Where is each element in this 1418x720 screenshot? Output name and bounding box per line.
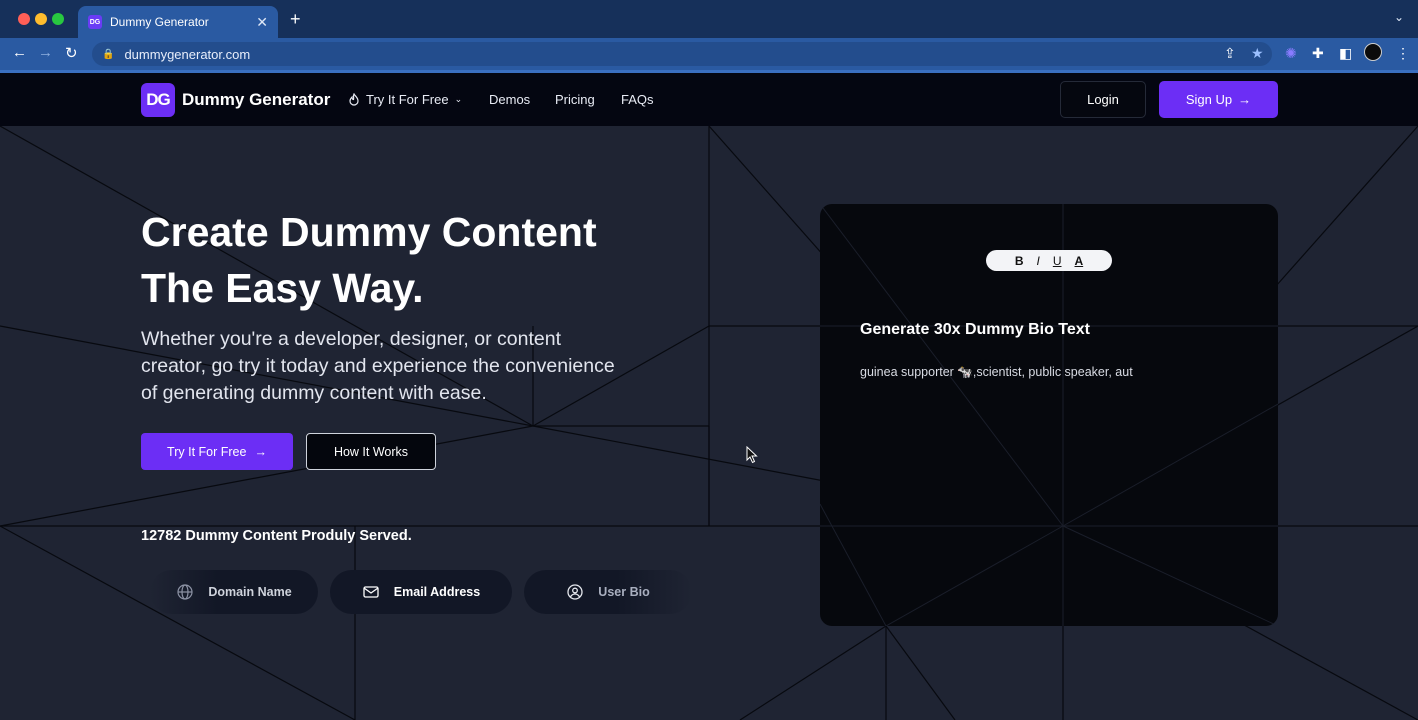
extension-gear-icon[interactable]: ✺ [1285,45,1297,62]
underline-button[interactable]: U [1053,254,1062,268]
user-circle-icon [567,584,583,600]
hero-title: Create Dummy Content The Easy Way. [141,204,661,316]
chip-domain-name[interactable]: Domain Name [150,570,318,614]
site-header: DG Dummy Generator Try It For Free ⌄ Dem… [0,73,1418,126]
chip-email-label: Email Address [393,585,481,599]
logo-text: Dummy Generator [182,90,331,109]
nav-faqs[interactable]: FAQs [621,92,654,107]
hero-subtitle: Whether you're a developer, designer, or… [141,326,631,407]
hero-subtitle-line-2: creator, go try it today and experience … [141,355,615,377]
mouse-pointer-icon [746,446,758,464]
forward-icon[interactable]: → [38,44,53,61]
arrow-right-icon: → [1238,92,1252,107]
hero-subtitle-line-3: of generating dummy content with ease. [141,382,487,404]
arrow-right-icon: → [254,444,267,459]
zoom-window-button[interactable] [52,13,64,25]
new-tab-icon[interactable]: + [290,9,301,30]
tab-search-chevron-icon[interactable]: ⌄ [1394,10,1404,24]
bold-button[interactable]: B [1015,254,1024,268]
lock-icon: 🔒 [102,48,115,60]
browser-toolbar: ← → ↻ 🔒 dummygenerator.com ⇪ ★ ✺ ✚ ◧ ⋮ [0,38,1418,70]
nav-demos[interactable]: Demos [489,92,530,107]
url-text: dummygenerator.com [124,46,251,62]
puzzle-extensions-icon[interactable]: ✚ [1312,45,1324,62]
browser-tab[interactable]: DG Dummy Generator ✕ [78,6,278,38]
try-it-free-button[interactable]: Try It For Free → [141,433,293,470]
back-icon[interactable]: ← [12,44,27,61]
nav-pricing[interactable]: Pricing [555,92,595,107]
tab-favicon: DG [88,15,102,29]
side-panel-icon[interactable]: ◧ [1339,45,1352,62]
nav-try-label: Try It For Free [366,92,449,107]
signup-button[interactable]: Sign Up → [1159,81,1278,118]
close-window-button[interactable] [18,13,30,25]
site-logo[interactable]: DG Dummy Generator [141,83,330,117]
bookmark-star-icon[interactable]: ★ [1251,45,1264,62]
tab-title: Dummy Generator [110,15,209,29]
menu-kebab-icon[interactable]: ⋮ [1396,45,1410,62]
text-format-toolbar: B I U A [986,250,1112,271]
profile-avatar[interactable] [1364,43,1382,61]
generated-bio-text: guinea supporter 🐄,scientist, public spe… [860,365,1133,379]
flame-icon [349,93,359,106]
chip-domain-label: Domain Name [208,585,292,599]
globe-icon [177,584,193,600]
italic-button[interactable]: I [1036,254,1039,268]
login-button[interactable]: Login [1060,81,1146,118]
hero-subtitle-line-1: Whether you're a developer, designer, or… [141,328,561,350]
envelope-icon [363,586,379,598]
served-counter: 12782 Dummy Content Produly Served. [141,528,412,544]
address-bar[interactable]: 🔒 dummygenerator.com [92,42,1272,66]
browser-tabbar: DG Dummy Generator ✕ + ⌄ [0,0,1418,38]
share-icon[interactable]: ⇪ [1224,45,1236,62]
signup-label: Sign Up [1185,92,1233,107]
chip-user-bio[interactable]: User Bio [524,570,692,614]
hero-title-line-1: Create Dummy Content [141,209,597,255]
chip-bio-label: User Bio [598,585,650,599]
hero-title-line-2: The Easy Way. [141,265,424,311]
text-color-button[interactable]: A [1075,254,1084,268]
demo-editor-card: B I U A Generate 30x Dummy Bio Text guin… [820,204,1278,626]
chevron-down-icon: ⌄ [454,94,463,104]
chip-email-address[interactable]: Email Address [330,570,512,614]
reload-icon[interactable]: ↻ [65,44,78,62]
card-title: Generate 30x Dummy Bio Text [860,321,1091,338]
try-it-free-label: Try It For Free [167,444,247,459]
nav-try-dropdown[interactable]: Try It For Free ⌄ [348,92,462,107]
how-it-works-button[interactable]: How It Works [306,433,436,470]
logo-mark: DG [141,83,175,117]
minimize-window-button[interactable] [35,13,47,25]
tab-close-icon[interactable]: ✕ [256,14,268,31]
